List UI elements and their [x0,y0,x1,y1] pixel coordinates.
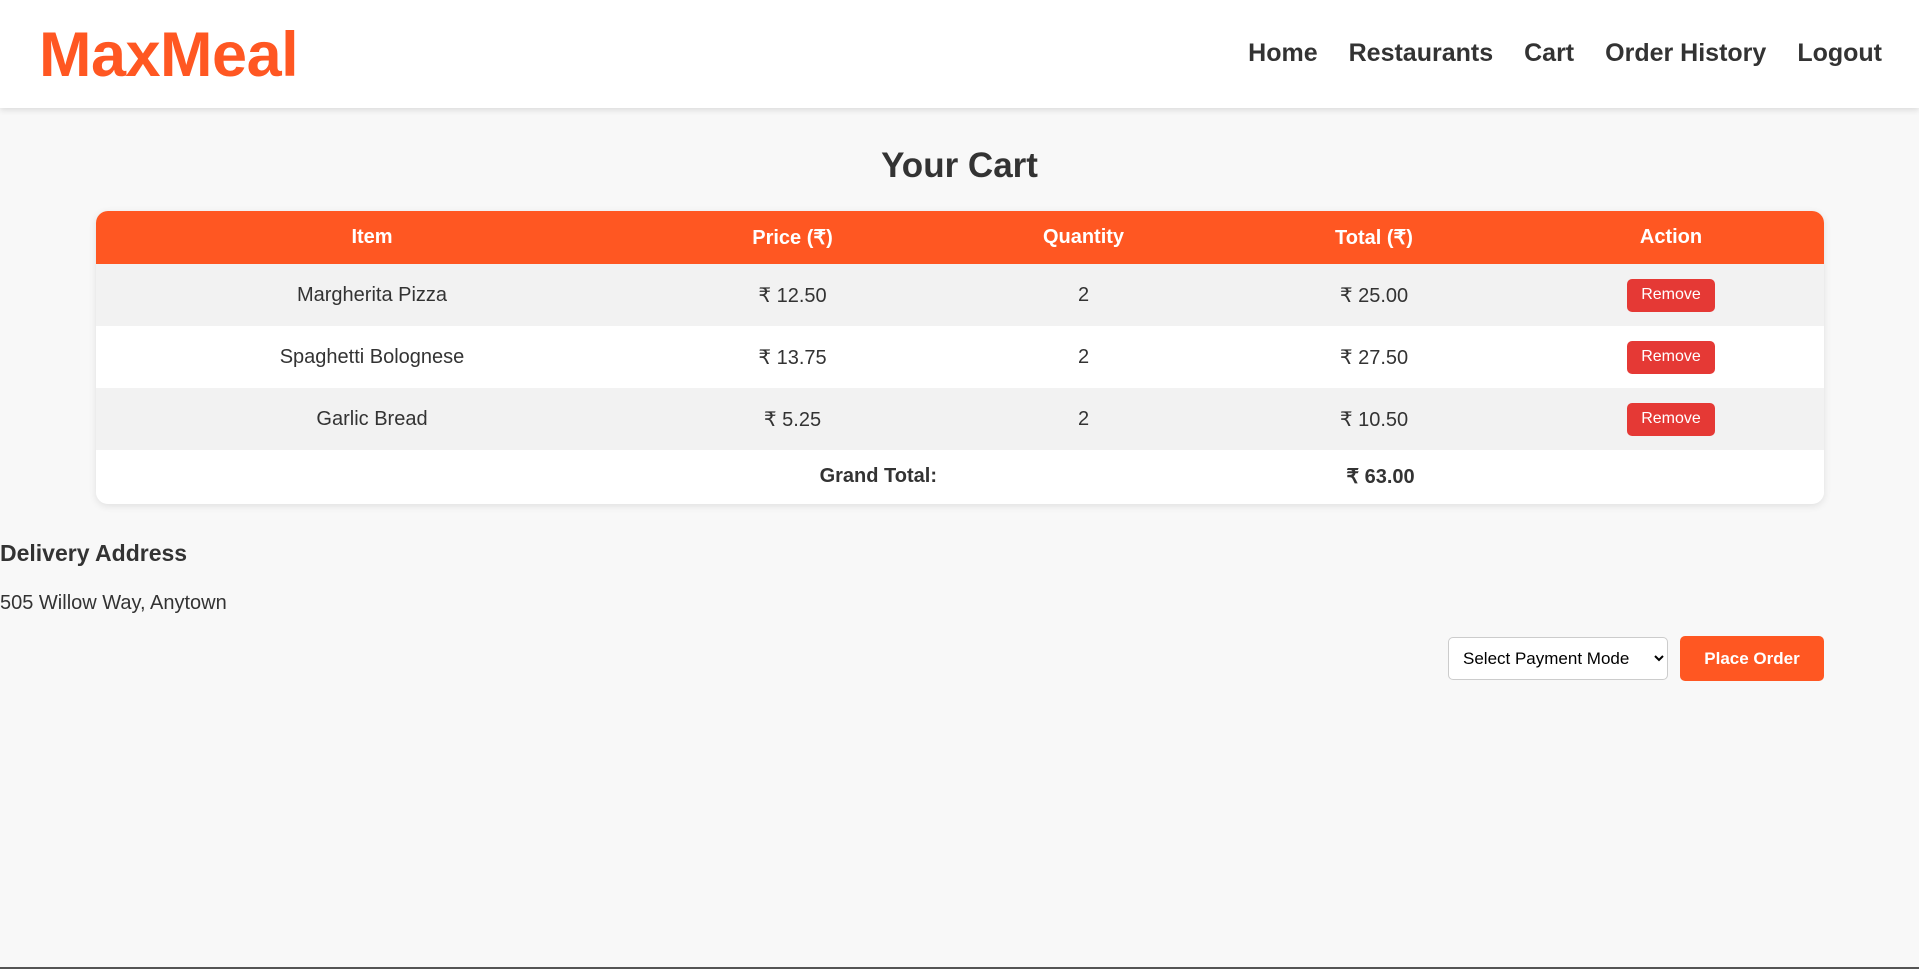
column-header-quantity: Quantity [937,211,1230,264]
remove-button[interactable]: Remove [1627,402,1715,436]
cart-header-row: Item Price (₹) Quantity Total (₹) Action [96,211,1824,264]
grand-total-row: Grand Total: ₹ 63.00 [96,450,1824,503]
nav-order-history-link[interactable]: Order History [1605,34,1766,72]
cart-table-card: Item Price (₹) Quantity Total (₹) Action… [96,211,1824,504]
column-header-total: Total (₹) [1230,211,1518,264]
main-nav: Home Restaurants Cart Order History Logo… [1248,34,1882,72]
nav-logout-link[interactable]: Logout [1797,34,1882,72]
nav-restaurants-link[interactable]: Restaurants [1349,34,1494,72]
cell-quantity: 2 [937,326,1230,388]
column-header-price: Price (₹) [648,211,937,264]
cell-price: ₹ 12.50 [648,264,937,326]
cart-table: Item Price (₹) Quantity Total (₹) Action… [96,211,1824,503]
cell-price: ₹ 5.25 [648,388,937,450]
cell-total: ₹ 25.00 [1230,264,1518,326]
cell-action: Remove [1518,388,1824,450]
delivery-address-heading: Delivery Address [0,540,188,566]
remove-button[interactable]: Remove [1627,278,1715,312]
table-row: Spaghetti Bolognese ₹ 13.75 2 ₹ 27.50 Re… [96,326,1824,388]
nav-home-link[interactable]: Home [1248,34,1317,72]
column-header-item: Item [96,211,648,264]
cell-item: Margherita Pizza [96,264,648,326]
payment-mode-select[interactable]: Select Payment Mode [1448,637,1668,680]
delivery-address-text: 505 Willow Way, Anytown [0,592,227,614]
order-actions: Select Payment Mode Place Order [1448,636,1824,681]
cell-price: ₹ 13.75 [648,326,937,388]
table-row: Garlic Bread ₹ 5.25 2 ₹ 10.50 Remove [96,388,1824,450]
cell-total: ₹ 27.50 [1230,326,1518,388]
page-title: Your Cart [881,146,1038,185]
nav-cart-link[interactable]: Cart [1524,34,1574,72]
cell-quantity: 2 [937,264,1230,326]
cell-total: ₹ 10.50 [1230,388,1518,450]
column-header-action: Action [1518,211,1824,264]
remove-button[interactable]: Remove [1627,340,1715,374]
cell-action: Remove [1518,264,1824,326]
cell-quantity: 2 [937,388,1230,450]
site-header: MaxMeal Home Restaurants Cart Order Hist… [0,0,1919,108]
grand-total-value: ₹ 63.00 [937,450,1824,503]
brand-logo[interactable]: MaxMeal [39,20,299,90]
cell-action: Remove [1518,326,1824,388]
cell-item: Garlic Bread [96,388,648,450]
table-row: Margherita Pizza ₹ 12.50 2 ₹ 25.00 Remov… [96,264,1824,326]
cell-item: Spaghetti Bolognese [96,326,648,388]
grand-total-label: Grand Total: [96,450,937,503]
place-order-button[interactable]: Place Order [1680,636,1824,681]
